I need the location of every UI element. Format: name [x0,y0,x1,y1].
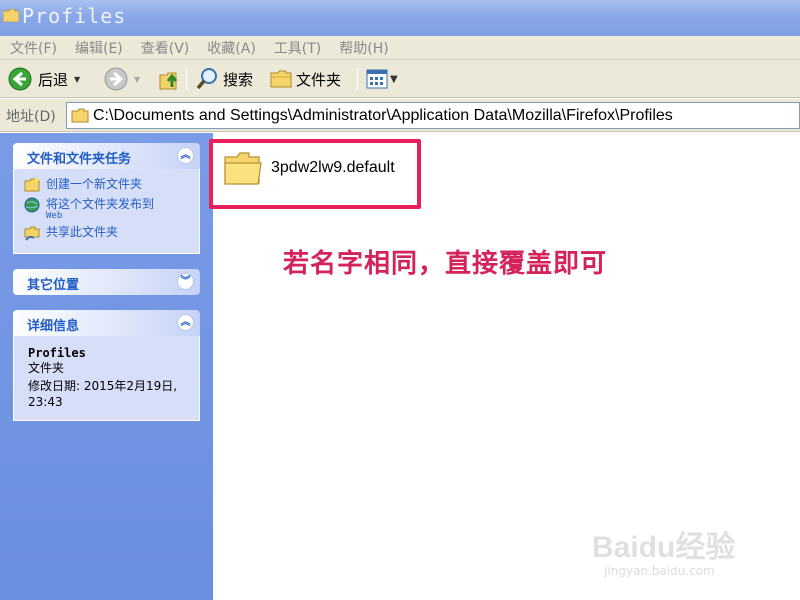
task-new-folder-label[interactable]: 创建一个新文件夹 [46,177,142,191]
folder-icon [71,108,89,123]
details-name: Profiles [28,346,86,360]
menu-bar: 文件(F) 编辑(E) 查看(V) 收藏(A) 工具(T) 帮助(H) [0,36,800,60]
menu-view[interactable]: 查看(V) [141,38,190,58]
search-icon [196,68,217,90]
menu-tools[interactable]: 工具(T) [274,38,321,58]
watermark: Baidu经验 jingyan.baidu.com [592,512,752,582]
tasks-panel-title: 文件和文件夹任务 [27,152,132,167]
search-button[interactable]: 搜索 [195,60,253,98]
address-input[interactable]: C:\Documents and Settings\Administrator\… [66,102,800,129]
address-path: C:\Documents and Settings\Administrator\… [93,106,673,124]
forward-button[interactable]: ▼ [104,60,140,98]
window-title: Profiles [22,4,127,28]
task-new-folder[interactable]: 创建一个新文件夹 [24,177,191,193]
folder-icon [3,9,19,22]
folders-label: 文件夹 [296,70,342,89]
watermark-url: jingyan.baidu.com [604,564,715,578]
other-places-title: 其它位置 [27,278,80,293]
views-button[interactable]: ▼ [366,60,398,98]
share-folder-icon [24,226,40,241]
task-share-folder[interactable]: 共享此文件夹 [24,225,191,241]
back-label: 后退 [38,70,69,89]
folder-icon[interactable] [223,149,263,187]
search-label: 搜索 [223,70,254,89]
details-modified-time: 23:43 [28,395,63,409]
details-panel: 详细信息 ︽ Profiles 文件夹 修改日期: 2015年2月19日, 23… [13,310,200,421]
task-pane: 文件和文件夹任务 ︽ 创建一个新文件夹 将这个文件夹发布到 Web 共享此文件夹… [0,133,213,600]
chevron-down-icon[interactable]: ▼ [390,74,398,85]
folders-button[interactable]: 文件夹 [270,60,341,98]
details-panel-title: 详细信息 [27,319,80,334]
up-folder-icon [159,72,178,90]
menu-favorites[interactable]: 收藏(A) [207,38,256,58]
expand-icon[interactable]: ︾ [177,273,194,290]
details-modified: 修改日期: 2015年2月19日, [28,379,178,393]
other-places-panel: 其它位置 ︾ [13,269,200,295]
back-arrow-icon [8,67,32,91]
task-publish-web-sub[interactable]: Web [46,211,154,221]
chevron-down-icon[interactable]: ▼ [134,75,140,84]
details-panel-body: Profiles 文件夹 修改日期: 2015年2月19日, 23:43 [13,336,200,421]
title-bar: Profiles [0,0,800,36]
back-button[interactable]: 后退 ▼ [8,60,80,98]
views-icon [366,69,388,89]
new-folder-icon [24,178,40,192]
annotation-text: 若名字相同，直接覆盖即可 [283,249,608,279]
tasks-panel-header[interactable]: 文件和文件夹任务 ︽ [13,143,200,169]
collapse-icon[interactable]: ︽ [177,147,194,164]
tasks-panel-body: 创建一个新文件夹 将这个文件夹发布到 Web 共享此文件夹 [13,169,200,254]
forward-arrow-icon [104,67,128,91]
toolbar: 后退 ▼ ▼ 搜索 文件夹 ▼ [0,60,800,98]
globe-icon [24,197,40,213]
folder-icon [270,70,292,88]
task-publish-web-label[interactable]: 将这个文件夹发布到 [46,197,154,211]
menu-help[interactable]: 帮助(H) [339,38,388,58]
details-type: 文件夹 [28,361,65,375]
menu-file[interactable]: 文件(F) [10,38,57,58]
watermark-logo: Baidu经验 [592,531,736,564]
other-places-header[interactable]: 其它位置 ︾ [13,269,200,295]
collapse-icon[interactable]: ︽ [177,314,194,331]
chevron-down-icon[interactable]: ▼ [74,75,80,84]
address-label: 地址(D) [6,109,56,125]
address-bar: 地址(D) C:\Documents and Settings\Administ… [0,99,800,132]
menu-edit[interactable]: 编辑(E) [75,38,123,58]
task-share-folder-label[interactable]: 共享此文件夹 [46,225,118,239]
folder-item-label[interactable]: 3pdw2lw9.default [271,159,395,177]
up-folder-button[interactable] [158,60,182,98]
tasks-panel: 文件和文件夹任务 ︽ 创建一个新文件夹 将这个文件夹发布到 Web 共享此文件夹 [13,143,200,254]
details-panel-header[interactable]: 详细信息 ︽ [13,310,200,336]
task-publish-web[interactable]: 将这个文件夹发布到 Web [24,197,191,221]
